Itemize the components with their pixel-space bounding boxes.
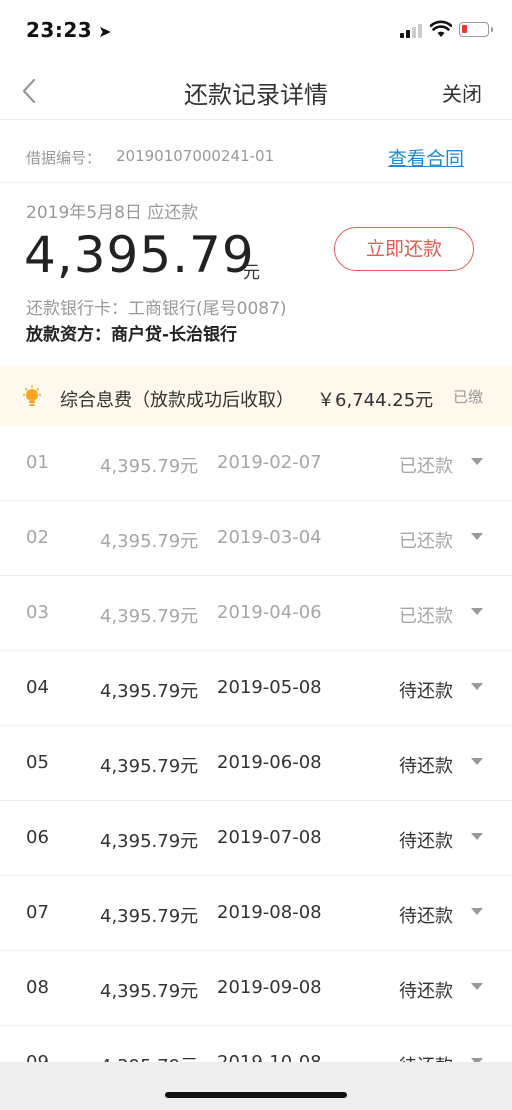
repayment-schedule-list: 01 4,395.79元 2019-02-07 已还款 02 4,395.79元 2019… [0,426,512,1062]
period-number: 02 [26,527,49,548]
repayment-bank-card: 还款银行卡：工商银行(尾号0087) [26,299,287,319]
status-time-text: 23:23 [26,18,93,42]
period-amount: 4,395.79元 [100,906,199,927]
due-amount: 4,395.79 [24,226,255,284]
interest-label: 综合息费（放款成功后收取） [60,390,294,411]
interest-status: 已缴 [452,388,483,406]
period-date: 2019-09-08 [217,977,322,998]
location-arrow-icon: ➤ [98,22,113,41]
caret-down-icon[interactable] [471,908,483,915]
period-amount: 4,395.79元 [100,756,199,777]
view-contract-link[interactable]: 查看合同 [388,144,464,171]
page-title: 还款记录详情 [184,81,328,109]
period-date: 2019-04-06 [217,602,322,623]
battery-icon [459,22,493,37]
wifi-icon [430,20,452,37]
cellular-signal-icon [400,22,424,38]
period-amount: 4,395.79元 [100,606,199,627]
caret-down-icon[interactable] [471,458,483,465]
home-indicator[interactable] [165,1092,347,1098]
repayment-summary: 2019年5月8日 应还款 4,395.79 元 立即还款 还款银行卡：工商银行… [0,184,512,366]
home-indicator-area [0,1062,512,1110]
period-status: 待还款 [399,1052,453,1062]
due-amount-unit: 元 [243,263,260,283]
period-number: 07 [26,902,49,923]
caret-down-icon[interactable] [471,683,483,690]
schedule-row[interactable]: 05 4,395.79元 2019-06-08 待还款 [0,726,512,801]
period-amount: 4,395.79元 [100,981,199,1002]
period-status: 已还款 [399,531,453,552]
period-date: 2019-02-07 [217,452,322,473]
caret-down-icon[interactable] [471,533,483,540]
schedule-row[interactable]: 07 4,395.79元 2019-08-08 待还款 [0,876,512,951]
period-date: 2019-05-08 [217,677,322,698]
period-status: 待还款 [399,906,453,927]
contract-number: 20190107000241-01 [116,147,275,165]
lender-info: 放款资方：商户贷-长治银行 [26,325,238,345]
period-amount: 4,395.79元 [100,1052,198,1062]
period-date: 2019-06-08 [217,752,322,773]
period-number: 06 [26,827,49,848]
caret-down-icon[interactable] [471,608,483,615]
period-status: 待还款 [399,756,453,777]
period-date: 2019-08-08 [217,902,322,923]
status-time: 23:23 ➤ [26,18,112,42]
interest-amount: ￥6,744.25元 [317,390,434,411]
period-number: 01 [26,452,49,473]
period-date: 2019-10-08 [217,1052,322,1062]
schedule-row[interactable]: 04 4,395.79元 2019-05-08 待还款 [0,651,512,726]
period-number: 04 [26,677,49,698]
period-amount: 4,395.79元 [100,531,199,552]
period-amount: 4,395.79元 [100,831,199,852]
schedule-row[interactable]: 01 4,395.79元 2019-02-07 已还款 [0,426,512,501]
period-date: 2019-07-08 [217,827,322,848]
period-number: 09 [26,1052,49,1062]
lightbulb-icon [23,385,41,406]
repay-now-button[interactable]: 立即还款 [334,227,474,271]
period-number: 05 [26,752,49,773]
caret-down-icon[interactable] [471,758,483,765]
status-bar: 23:23 ➤ [0,0,512,62]
period-status: 待还款 [399,681,453,702]
period-number: 08 [26,977,49,998]
contract-label: 借据编号： [26,149,102,167]
due-date-text: 2019年5月8日 应还款 [26,203,199,223]
period-date: 2019-03-04 [217,527,322,548]
period-number: 03 [26,602,49,623]
nav-bar: 还款记录详情 关闭 [0,62,512,120]
period-amount: 4,395.79元 [100,681,199,702]
period-status: 已还款 [399,456,453,477]
schedule-row[interactable]: 03 4,395.79元 2019-04-06 已还款 [0,576,512,651]
schedule-row[interactable]: 06 4,395.79元 2019-07-08 待还款 [0,801,512,876]
period-amount: 4,395.79元 [100,456,199,477]
period-status: 待还款 [399,981,453,1002]
interest-banner: 综合息费（放款成功后收取） ￥6,744.25元 已缴 [0,366,512,426]
close-button[interactable]: 关闭 [442,78,482,107]
caret-down-icon[interactable] [471,833,483,840]
period-status: 已还款 [399,606,453,627]
contract-row: 借据编号： 20190107000241-01 查看合同 [0,121,512,183]
schedule-row[interactable]: 02 4,395.79元 2019-03-04 已还款 [0,501,512,576]
caret-down-icon[interactable] [471,983,483,990]
period-status: 待还款 [399,831,453,852]
schedule-row[interactable]: 08 4,395.79元 2019-09-08 待还款 [0,951,512,1026]
schedule-row[interactable]: 09 4,395.79元 2019-10-08 待还款 [0,1026,512,1062]
